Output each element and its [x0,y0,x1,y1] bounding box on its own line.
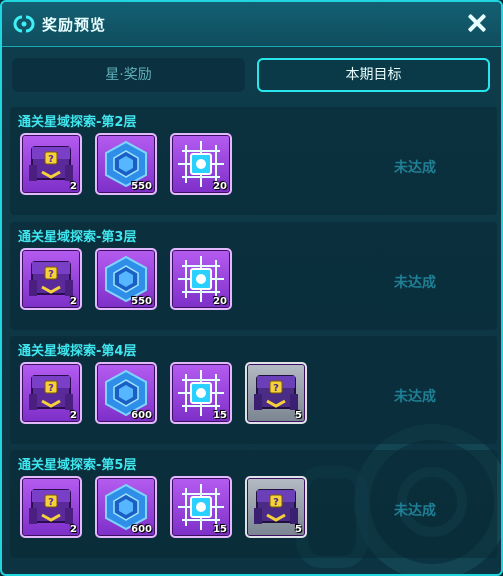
close-button[interactable] [465,11,489,35]
item-count: 2 [70,296,77,307]
tab-bar: 星·奖励 本期目标 [12,58,495,94]
reward-section: 通关星域探索-第3层? 2 550 20 未达成 [10,222,497,330]
item-count: 20 [213,296,227,307]
section-title: 通关星域探索-第2层 [18,115,137,130]
reward-section: 通关星域探索-第2层? 2 550 20 未达成 [10,107,497,215]
status-label: 未达成 [394,275,436,291]
tab-current-goals[interactable]: 本期目标 [257,58,490,92]
status-label: 未达成 [394,160,436,176]
item-count: 5 [295,524,302,535]
reward-item[interactable]: ? 2 [20,133,82,195]
reward-icon [13,15,35,33]
reward-item[interactable]: 550 [95,248,157,310]
reward-item[interactable]: 15 [170,362,232,424]
item-count: 2 [70,524,77,535]
item-count: 5 [295,410,302,421]
section-title: 通关星域探索-第4层 [18,344,137,359]
reward-preview-panel: 奖励预览 星·奖励 本期目标 通关星域探索-第2层? 2 550 20 未达成 通关星域探… [0,0,503,576]
status-label: 未达成 [394,389,436,405]
reward-item[interactable]: ? 5 [245,362,307,424]
reward-item[interactable]: ? 2 [20,248,82,310]
item-count: 2 [70,410,77,421]
tab-star-rewards[interactable]: 星·奖励 [12,58,245,92]
svg-text:?: ? [273,497,279,508]
dialog-header: 奖励预览 [2,2,501,47]
svg-text:?: ? [48,269,54,280]
svg-text:?: ? [273,383,279,394]
svg-text:?: ? [48,383,54,394]
item-count: 15 [213,410,227,421]
item-count: 600 [131,524,152,535]
item-count: 550 [131,296,152,307]
section-title: 通关星域探索-第3层 [18,230,137,245]
reward-item[interactable]: 20 [170,248,232,310]
reward-item[interactable]: 600 [95,362,157,424]
item-count: 550 [131,181,152,192]
dialog-title: 奖励预览 [42,16,107,34]
reward-item[interactable]: 600 [95,476,157,538]
section-title: 通关星域探索-第5层 [18,458,137,473]
reward-item[interactable]: 550 [95,133,157,195]
svg-text:?: ? [48,154,54,165]
reward-item[interactable]: ? 2 [20,362,82,424]
item-count: 600 [131,410,152,421]
reward-item[interactable]: 15 [170,476,232,538]
reward-section: 通关星域探索-第5层? 2 600 15? 5 未达成 [10,450,497,558]
reward-item[interactable]: ? 5 [245,476,307,538]
item-count: 15 [213,524,227,535]
item-count: 2 [70,181,77,192]
reward-item[interactable]: 20 [170,133,232,195]
svg-text:?: ? [48,497,54,508]
reward-section: 通关星域探索-第4层? 2 600 15? 5 未达成 [10,336,497,444]
item-count: 20 [213,181,227,192]
status-label: 未达成 [394,503,436,519]
reward-item[interactable]: ? 2 [20,476,82,538]
